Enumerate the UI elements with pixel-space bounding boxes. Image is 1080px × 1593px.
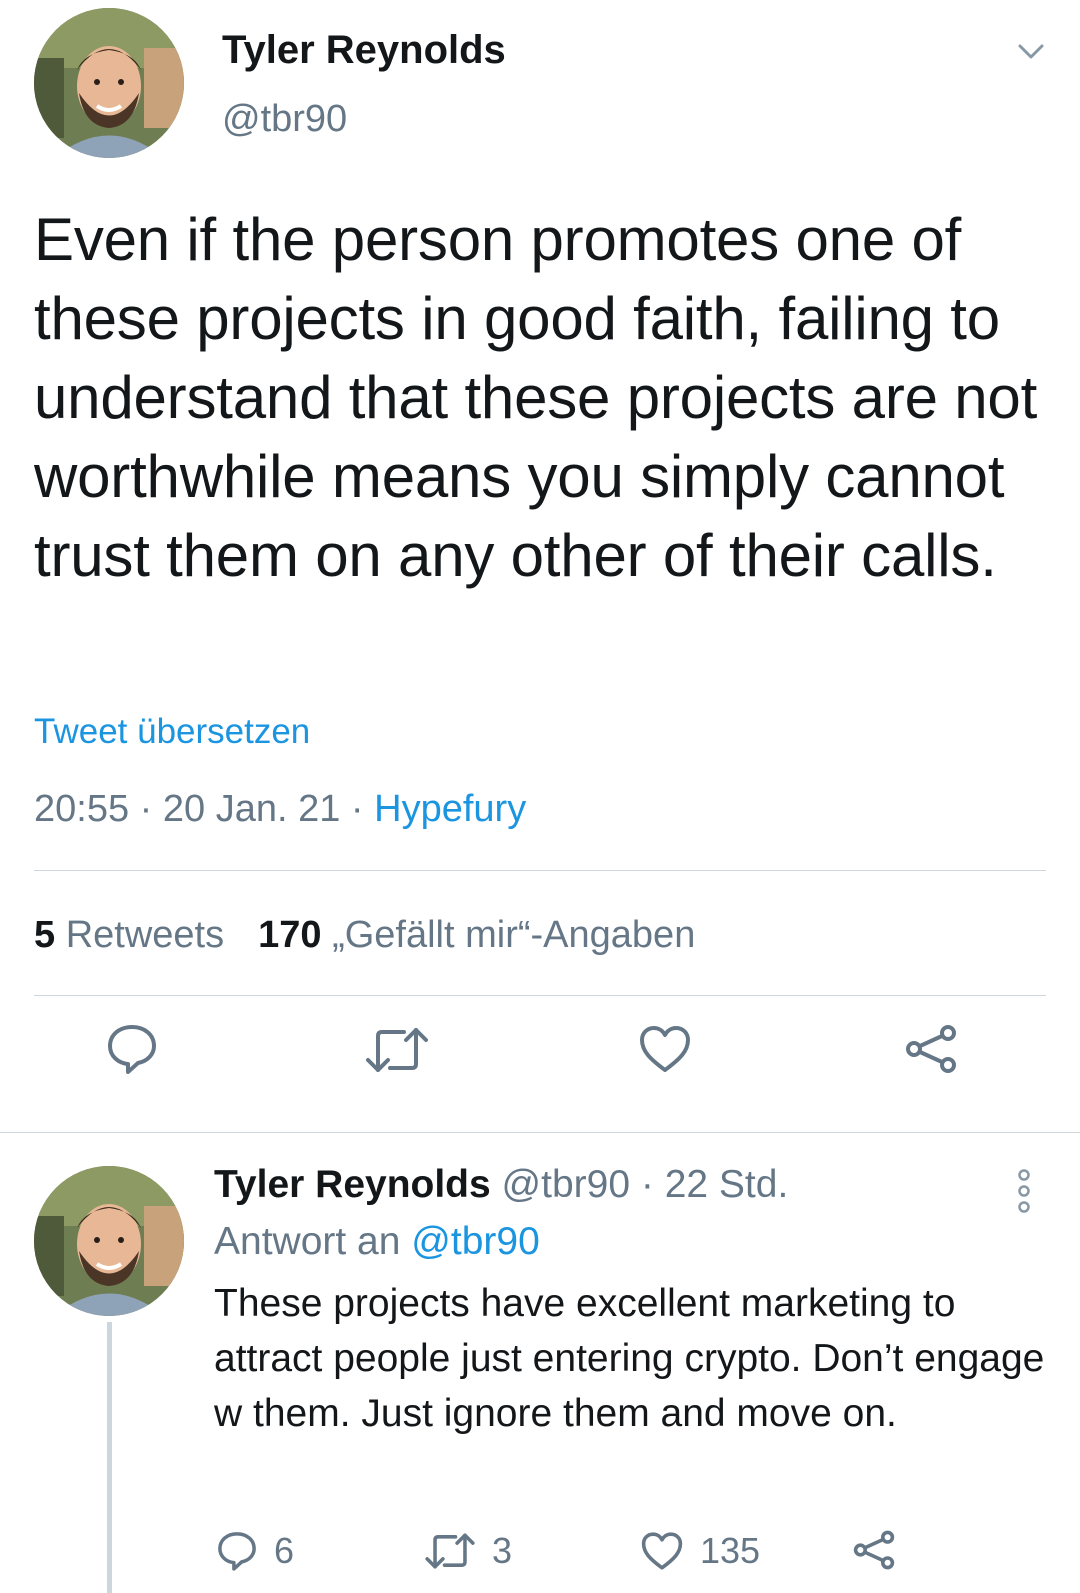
retweet-count: 5 [34,914,56,956]
meta-separator: · [630,1163,665,1206]
reply-share-button[interactable] [852,1530,896,1570]
reply-to-mention[interactable]: @tbr90 [411,1220,539,1263]
divider [34,870,1046,871]
divider [0,1132,1080,1133]
reply-like-count: 135 [700,1530,761,1571]
tweet-time: 20:55 [34,788,130,830]
reply-icon [218,1532,256,1571]
author-handle[interactable]: @tbr90 [222,98,347,141]
reply-to-label: Antwort an [214,1220,412,1263]
like-count: 170 [258,914,322,956]
reply-retweet-count: 3 [492,1530,513,1571]
author-name[interactable]: Tyler Reynolds [222,28,506,73]
reply-count: 6 [274,1530,295,1571]
share-icon [853,1530,895,1570]
like-label: „Gefällt mir“-Angaben [332,914,696,956]
retweet-icon[interactable] [364,1026,430,1074]
tweet-source-link[interactable]: Hypefury [374,788,526,830]
divider [34,995,1046,996]
author-avatar[interactable] [34,8,184,158]
reply-author-avatar[interactable] [34,1166,184,1316]
reply-to-line: Antwort an @tbr90 [214,1220,540,1264]
reply-icon[interactable] [105,1022,159,1076]
retweet-icon [425,1533,475,1569]
retweet-label: Retweets [65,914,225,956]
meta-separator: · [129,788,163,830]
translate-tweet-link[interactable]: Tweet übersetzen [34,712,310,752]
reply-header: Tyler Reynolds @tbr90 · 22 Std. [214,1163,788,1207]
reply-age: 22 Std. [664,1163,789,1206]
more-options-icon[interactable] [1012,1168,1036,1214]
like-icon[interactable] [638,1024,692,1074]
reply-reply-button[interactable]: 6 [216,1530,294,1572]
reply-text: These projects have excellent marketing … [214,1282,1045,1435]
retweets-stat[interactable]: 5 Retweets [34,914,224,956]
like-icon [641,1532,683,1570]
tweet-meta: 20:55 · 20 Jan. 21 · Hypefury [34,788,526,831]
thread-line [107,1322,112,1593]
tweet-date: 20 Jan. 21 [162,788,341,830]
chevron-down-icon[interactable] [1016,36,1046,66]
likes-stat[interactable]: 170 „Gefällt mir“-Angaben [258,914,695,956]
meta-separator: · [340,788,375,830]
reply-like-button[interactable]: 135 [640,1530,760,1572]
tweet-stats: 5 Retweets 170 „Gefällt mir“-Angaben [34,914,695,957]
share-icon[interactable] [904,1024,958,1074]
reply-author-handle[interactable]: @tbr90 [502,1163,630,1206]
reply-author-name[interactable]: Tyler Reynolds [214,1163,491,1206]
tweet-text: Even if the person promotes one of these… [34,206,1038,589]
reply-retweet-button[interactable]: 3 [424,1530,512,1572]
